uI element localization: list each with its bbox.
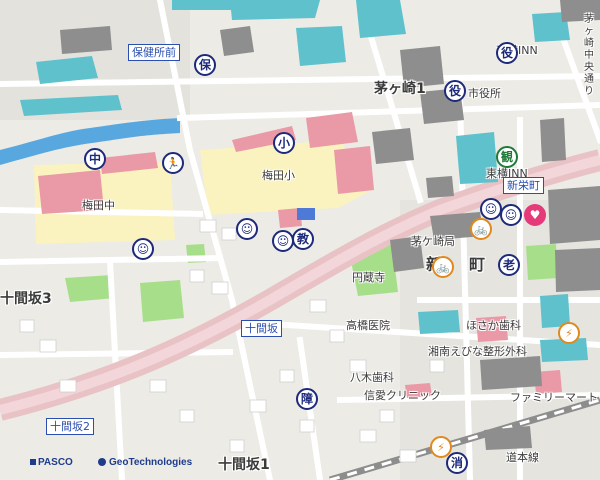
park-area-4 — [526, 244, 558, 280]
label-seiai-clinic: 信愛クリニック — [364, 389, 441, 402]
label-chigasaki1: 茅ヶ崎1 — [374, 81, 426, 97]
label-chigasaki-kyoku: 茅ケ崎局 — [411, 235, 455, 248]
welfare-icon[interactable]: 障 — [296, 388, 318, 410]
pasco-logo-icon — [30, 459, 36, 465]
sports-facility-icon[interactable]: 🏃 — [162, 152, 184, 174]
label-yagi-shika: 八木歯科 — [350, 371, 394, 384]
evacuation-icon-2[interactable]: ⚡ — [430, 436, 452, 458]
pasco-credit-text: PASCO — [38, 457, 73, 468]
nursery-icon-5[interactable]: ☺ — [272, 230, 294, 252]
label-shonan-ebina: 湘南えびな整形外科 — [428, 345, 527, 358]
label-jikkanzaka1: 十間坂1 — [218, 457, 270, 473]
fire-station-icon[interactable]: 消 — [446, 452, 468, 474]
label-enzoji: 円蔵寺 — [352, 271, 385, 284]
geotech-credit-text: GeoTechnologies — [109, 457, 193, 468]
elderly-facility-icon[interactable]: 老 — [498, 254, 520, 276]
elementary-school-icon[interactable]: 小 — [273, 132, 295, 154]
park-area-2 — [140, 280, 184, 322]
bicycle-parking-icon[interactable]: 🚲 — [470, 218, 492, 240]
education-icon[interactable]: 教 — [292, 228, 314, 250]
label-shinsakaecho: 新栄町 — [503, 177, 544, 194]
geotech-credit: GeoTechnologies — [98, 457, 192, 468]
label-chuo-dori: 茅ヶ崎中央通り — [584, 14, 594, 97]
label-takahashi-iin: 高橋医院 — [346, 319, 390, 332]
nursery-icon-2[interactable]: ☺ — [500, 204, 522, 226]
pasco-credit: PASCO — [30, 457, 73, 468]
health-center-icon[interactable]: 保 — [194, 54, 216, 76]
bicycle-parking-icon-2[interactable]: 🚲 — [432, 256, 454, 278]
evacuation-icon[interactable]: ⚡ — [558, 322, 580, 344]
label-railway: 道本線 — [506, 451, 539, 464]
tourist-info-icon[interactable]: 観 — [496, 146, 518, 168]
nursery-icon[interactable]: ☺ — [480, 198, 502, 220]
label-jikkanzaka-crossing: 十間坂 — [241, 320, 282, 337]
label-family-mart: ファミリーマート — [510, 391, 598, 404]
label-hosaka-shika: ほさか歯科 — [466, 319, 521, 332]
map-canvas[interactable]: 茅ヶ崎1 十間坂3 十間坂1 梅田中 梅田小 茅ケ崎局 新 町 円蔵寺 高橋医院… — [0, 0, 600, 480]
city-office-icon[interactable]: 役 — [496, 42, 518, 64]
label-hokenjo-mae: 保健所前 — [128, 44, 180, 61]
geotech-logo-icon — [98, 458, 106, 466]
label-jikkanzaka2: 十間坂2 — [46, 418, 94, 435]
label-umeda-sho: 梅田小 — [262, 169, 295, 182]
label-umeda-chu: 梅田中 — [82, 199, 115, 212]
label-jikkanzaka3: 十間坂3 — [0, 291, 52, 307]
building-blue — [297, 208, 315, 220]
label-machi-area: 町 — [469, 255, 486, 274]
nursery-icon-3[interactable]: ☺ — [236, 218, 258, 240]
nursery-icon-4[interactable]: ☺ — [132, 238, 154, 260]
label-shiyakusho: 市役所 — [468, 87, 501, 100]
aed-icon[interactable]: ♥ — [524, 204, 546, 226]
junior-high-school-icon[interactable]: 中 — [84, 148, 106, 170]
city-office-icon-2[interactable]: 役 — [444, 80, 466, 102]
park-area — [65, 275, 115, 302]
